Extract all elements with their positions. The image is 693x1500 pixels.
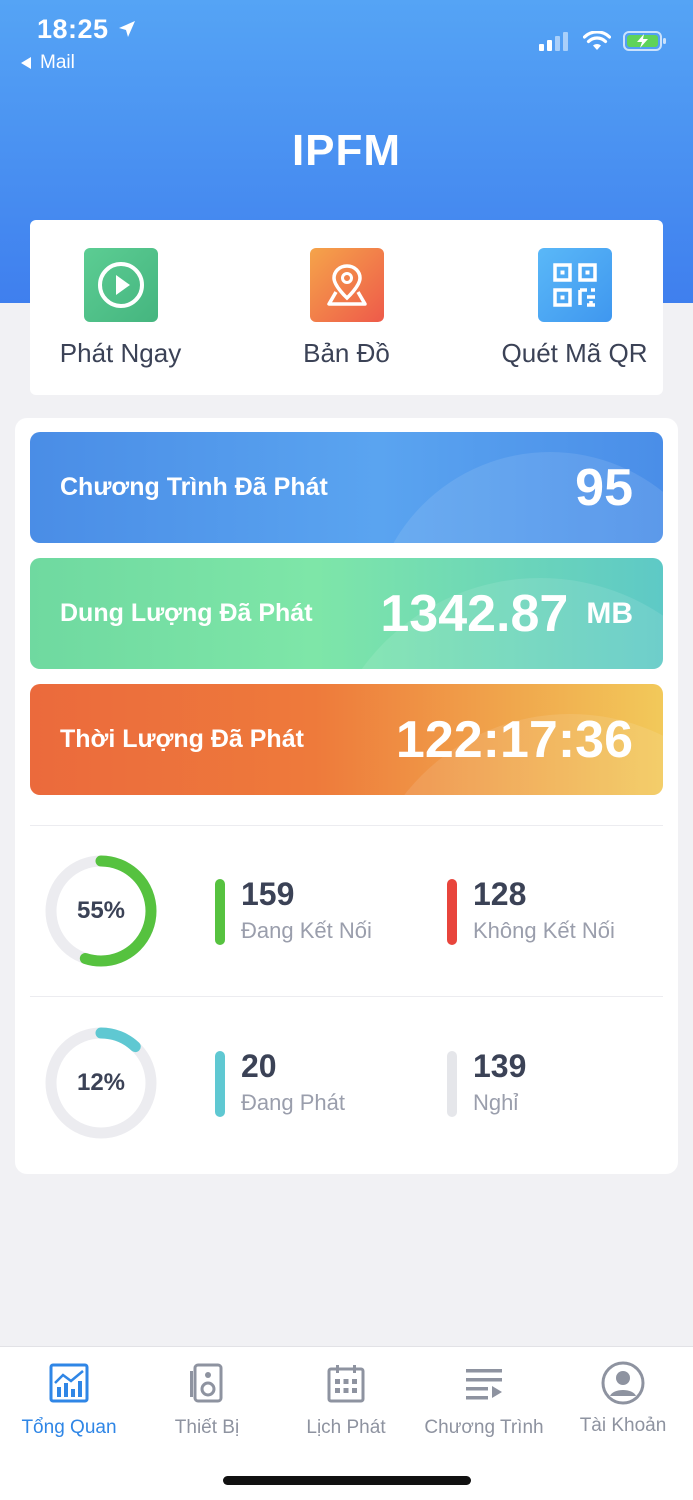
wifi-icon [583, 31, 611, 50]
status-icons [539, 30, 667, 52]
tab-label: Lịch Phát [306, 1417, 386, 1438]
stat-value: 122:17:36 [396, 684, 633, 795]
metric-value: 20 [241, 1048, 277, 1084]
tab-label: Chương Trình [424, 1417, 544, 1438]
stat-number: 95 [575, 458, 633, 517]
battery-charging-icon [623, 31, 666, 51]
back-to-mail-button[interactable]: Mail [20, 52, 75, 74]
tab-overview[interactable]: Tổng Quan [0, 1347, 138, 1447]
quick-action-scan-qr[interactable]: Quét Mã QR [469, 220, 680, 395]
tab-account[interactable]: Tài Khoản [554, 1347, 692, 1447]
back-label: Mail [40, 52, 75, 73]
connection-stats-row: 55% 159 Đang Kết Nối 128 Không Kết Nối [15, 826, 678, 996]
stat-label: Thời Lượng Đã Phát [60, 725, 304, 753]
connection-percent: 55% [76, 897, 126, 924]
quick-action-label: Quét Mã QR [501, 338, 648, 368]
map-pin-icon [309, 248, 384, 322]
speaker-icon [190, 1363, 223, 1403]
stat-duration-played[interactable]: Thời Lượng Đã Phát 122:17:36 [30, 684, 663, 795]
metric-color-bar [215, 879, 225, 945]
status-time: 18:25 [37, 14, 109, 44]
account-icon [601, 1361, 645, 1405]
quick-action-map[interactable]: Bản Đồ [241, 220, 452, 395]
home-indicator [223, 1476, 471, 1485]
divider [30, 996, 663, 997]
stat-data-played[interactable]: Dung Lượng Đã Phát 1342.87 MB [30, 558, 663, 669]
stat-number: 1342.87 [380, 584, 569, 643]
back-triangle-icon [21, 57, 31, 69]
play-icon [83, 248, 158, 322]
stat-label: Chương Trình Đã Phát [60, 473, 328, 501]
playing-percent: 12% [76, 1069, 126, 1096]
qr-code-icon [537, 248, 612, 322]
metric-color-bar [447, 879, 457, 945]
tab-label: Thiết Bị [174, 1417, 240, 1438]
stat-value: 1342.87 MB [380, 558, 633, 669]
metric-caption: Đang Kết Nối [241, 918, 372, 943]
quick-action-label: Bản Đồ [303, 338, 390, 368]
tab-programs[interactable]: Chương Trình [415, 1347, 553, 1447]
tab-label: Tổng Quan [21, 1417, 117, 1438]
metric-color-bar [215, 1051, 225, 1117]
stat-unit: MB [586, 596, 633, 630]
app-title: IPFM [291, 126, 402, 175]
metric-caption: Nghỉ [473, 1090, 519, 1115]
metric-caption: Không Kết Nối [473, 918, 615, 943]
metric-caption: Đang Phát [241, 1090, 345, 1115]
metric-color-bar [447, 1051, 457, 1117]
metric-value: 128 [473, 876, 527, 912]
stat-label: Dung Lượng Đã Phát [60, 599, 313, 627]
location-arrow-icon [119, 21, 135, 37]
tab-schedule[interactable]: Lịch Phát [277, 1347, 415, 1447]
cellular-signal-icon [539, 32, 568, 51]
stat-programs-played[interactable]: Chương Trình Đã Phát 95 [30, 432, 663, 543]
metric-value: 139 [473, 1048, 527, 1084]
playlist-icon [466, 1369, 502, 1400]
calendar-icon [327, 1365, 365, 1403]
chart-icon [49, 1363, 89, 1403]
quick-action-play-now[interactable]: Phát Ngay [15, 220, 226, 395]
stat-number: 122:17:36 [395, 710, 633, 769]
metric-value: 159 [241, 876, 295, 912]
stat-value: 95 [575, 432, 633, 543]
tab-label: Tài Khoản [579, 1415, 667, 1436]
quick-action-label: Phát Ngay [59, 338, 182, 368]
playing-stats-row: 12% 20 Đang Phát 139 Nghỉ [15, 998, 678, 1168]
quick-actions-card: Phát Ngay Bản Đồ Quét Mã QR [30, 220, 663, 395]
overview-panel: Chương Trình Đã Phát 95 Dung Lượng Đã Ph… [15, 418, 678, 1174]
tab-devices[interactable]: Thiết Bị [138, 1347, 276, 1447]
